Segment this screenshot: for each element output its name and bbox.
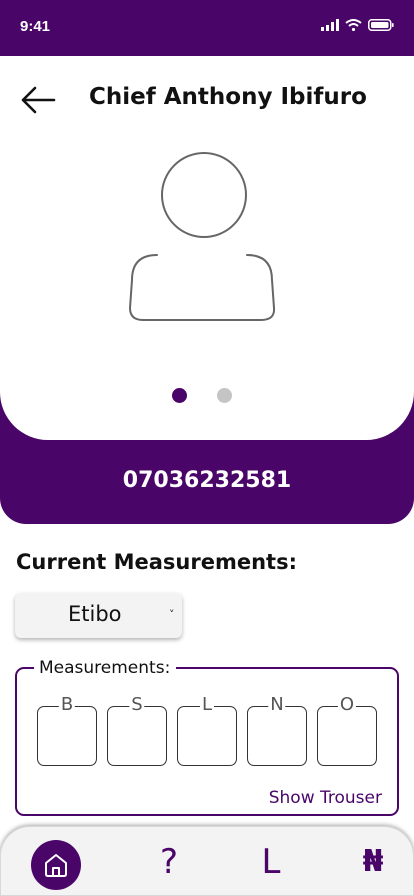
measurement-field-l[interactable]: L xyxy=(177,695,237,766)
battery-icon xyxy=(368,19,394,31)
chevron-down-icon: ˅ xyxy=(169,608,175,621)
arrow-left-icon xyxy=(21,86,56,114)
page-title: Chief Anthony Ibifuro xyxy=(89,84,367,110)
style-dropdown[interactable]: Etibo ˅ xyxy=(15,593,182,638)
home-icon xyxy=(45,854,67,877)
measurements-legend: Measurements: xyxy=(34,658,177,678)
carousel-dot-1[interactable] xyxy=(172,388,187,403)
letter-l-icon: L xyxy=(261,842,281,882)
question-icon: ? xyxy=(159,842,179,882)
measurement-label: L xyxy=(199,694,215,715)
profile-card: Chief Anthony Ibifuro xyxy=(0,56,414,440)
style-dropdown-value: Etibo xyxy=(68,602,122,626)
avatar-placeholder-icon xyxy=(128,152,276,321)
tab-payments[interactable]: ₦ xyxy=(355,842,391,882)
phone-number: 07036232581 xyxy=(122,468,292,493)
signal-icon xyxy=(321,19,339,31)
current-measurements-heading: Current Measurements: xyxy=(16,550,297,574)
measurement-label: S xyxy=(129,694,145,715)
status-bar: 9:41 xyxy=(0,0,414,56)
show-trouser-link[interactable]: Show Trouser xyxy=(269,788,382,808)
carousel-dot-2[interactable] xyxy=(217,388,232,403)
tab-home[interactable] xyxy=(31,840,81,890)
status-time: 9:41 xyxy=(20,18,51,35)
carousel-indicator xyxy=(172,388,232,403)
measurement-field-o[interactable]: O xyxy=(317,695,377,766)
measurement-label: O xyxy=(337,694,357,715)
measurement-field-n[interactable]: N xyxy=(247,695,307,766)
measurements-group: Measurements: B S L N O Show Trouser xyxy=(15,658,399,816)
wifi-icon xyxy=(345,19,362,31)
bottom-tab-bar: ? L ₦ xyxy=(0,826,414,896)
measurement-label: N xyxy=(268,694,286,715)
naira-icon: ₦ xyxy=(362,844,384,879)
status-icons xyxy=(321,19,394,31)
measurement-field-s[interactable]: S xyxy=(107,695,167,766)
measurement-label: B xyxy=(58,694,76,715)
back-button[interactable] xyxy=(20,86,56,114)
measurement-field-b[interactable]: B xyxy=(37,695,97,766)
tab-help[interactable]: ? xyxy=(153,842,185,882)
tab-l[interactable]: L xyxy=(255,842,287,882)
